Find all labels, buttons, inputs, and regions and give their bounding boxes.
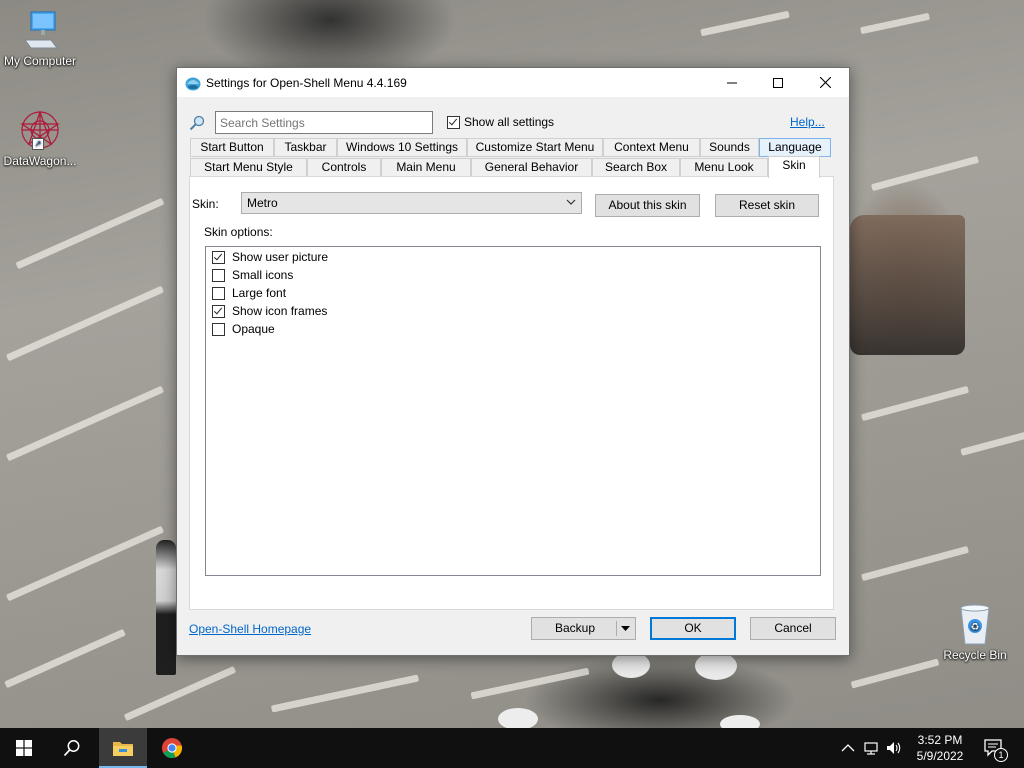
- tab-skin[interactable]: Skin: [768, 156, 820, 178]
- open-shell-shell-icon: [185, 77, 201, 91]
- backup-button[interactable]: Backup: [531, 617, 636, 640]
- minimize-icon: [727, 82, 737, 83]
- file-explorer-taskbar-button[interactable]: [99, 728, 147, 768]
- settings-dialog: Settings for Open-Shell Menu 4.4.169 Sho…: [176, 67, 850, 656]
- skin-label: Skin:: [192, 197, 219, 211]
- chevron-down-icon: [566, 199, 576, 205]
- large-font-checkbox[interactable]: [212, 286, 225, 300]
- chevron-up-icon[interactable]: [840, 740, 856, 756]
- show-all-settings-toggle[interactable]: Show all settings: [447, 115, 554, 129]
- volume-icon[interactable]: [886, 740, 902, 756]
- tab-start-button[interactable]: Start Button: [190, 138, 274, 157]
- taskbar: 3:52 PM 5/9/2022 1: [0, 728, 1024, 768]
- tab-main-menu[interactable]: Main Menu: [381, 158, 471, 177]
- windows-logo-icon: [16, 740, 32, 756]
- show-all-settings-label: Show all settings: [464, 115, 555, 129]
- desktop-icon-my-computer[interactable]: My Computer: [0, 10, 80, 68]
- wallpaper-tank-shape: [850, 215, 965, 355]
- close-icon: [819, 77, 831, 88]
- option-label: Small icons: [232, 268, 294, 282]
- tab-customize-start-menu[interactable]: Customize Start Menu: [467, 138, 603, 157]
- folder-icon: [113, 742, 133, 756]
- desktop-icon-label: My Computer: [3, 54, 77, 68]
- help-link[interactable]: Help...: [790, 115, 825, 129]
- small-icons-checkbox[interactable]: [212, 268, 225, 282]
- wallpaper-person-shape: [156, 540, 176, 675]
- maximize-icon: [773, 77, 783, 88]
- clock-time: 3:52 PM: [917, 733, 963, 747]
- show-user-picture-checkbox[interactable]: [212, 250, 225, 264]
- opaque-checkbox[interactable]: [212, 322, 225, 336]
- tab-menu-look[interactable]: Menu Look: [680, 158, 768, 177]
- option-label: Large font: [232, 286, 287, 300]
- about-this-skin-button[interactable]: About this skin: [595, 194, 700, 217]
- open-shell-homepage-link[interactable]: Open-Shell Homepage: [189, 622, 311, 636]
- tab-taskbar[interactable]: Taskbar: [274, 138, 337, 157]
- reset-skin-button[interactable]: Reset skin: [715, 194, 819, 217]
- start-button[interactable]: [0, 728, 48, 768]
- tab-sounds[interactable]: Sounds: [700, 138, 759, 157]
- skin-dropdown-value: Metro: [247, 196, 278, 210]
- title-bar[interactable]: Settings for Open-Shell Menu 4.4.169: [177, 68, 849, 97]
- list-item[interactable]: Show user picture: [212, 250, 328, 264]
- backup-button-label: Backup: [555, 621, 596, 635]
- option-label: Show icon frames: [232, 304, 328, 318]
- taskbar-search-button[interactable]: [48, 728, 96, 768]
- skin-options-list[interactable]: Show user picture Small icons Large font…: [205, 246, 821, 576]
- show-icon-frames-checkbox[interactable]: [212, 304, 225, 318]
- list-item[interactable]: Small icons: [212, 268, 293, 282]
- computer-icon: [21, 10, 59, 52]
- chrome-icon: [162, 738, 183, 759]
- desktop-icon-datawagon[interactable]: ↗ DataWagon...: [0, 108, 80, 168]
- tab-language[interactable]: Language: [759, 138, 831, 157]
- search-icon: [189, 115, 205, 131]
- minimize-button[interactable]: [709, 68, 755, 97]
- desktop-icon-label: DataWagon...: [3, 154, 77, 168]
- desktop-icon-recycle-bin[interactable]: ♻ Recycle Bin: [935, 602, 1015, 662]
- svg-text:♻: ♻: [971, 622, 980, 633]
- option-label: Opaque: [232, 322, 275, 336]
- cancel-button[interactable]: Cancel: [750, 617, 836, 640]
- search-input[interactable]: [215, 111, 433, 134]
- tab-start-menu-style[interactable]: Start Menu Style: [190, 158, 307, 177]
- window-title: Settings for Open-Shell Menu 4.4.169: [206, 76, 407, 90]
- taskbar-clock[interactable]: 3:52 PM 5/9/2022: [904, 732, 976, 764]
- tab-search-box[interactable]: Search Box: [592, 158, 680, 177]
- network-icon[interactable]: [863, 740, 879, 756]
- list-item[interactable]: Large font: [212, 286, 286, 300]
- split-separator: [616, 621, 617, 636]
- notification-count-badge: 1: [994, 748, 1008, 762]
- list-item[interactable]: Opaque: [212, 322, 275, 336]
- skin-dropdown[interactable]: Metro: [241, 192, 582, 214]
- option-label: Show user picture: [232, 250, 329, 264]
- search-icon: [63, 740, 80, 757]
- tab-controls[interactable]: Controls: [307, 158, 381, 177]
- action-center-button[interactable]: 1: [980, 728, 1024, 768]
- skin-options-label: Skin options:: [204, 225, 273, 239]
- clock-date: 5/9/2022: [916, 749, 964, 763]
- maximize-button[interactable]: [755, 68, 801, 97]
- tab-context-menu[interactable]: Context Menu: [603, 138, 700, 157]
- tab-windows-10-settings[interactable]: Windows 10 Settings: [337, 138, 467, 157]
- datawagon-icon: ↗: [18, 108, 62, 152]
- ok-button[interactable]: OK: [650, 617, 736, 640]
- shortcut-arrow-icon: ↗: [32, 138, 44, 150]
- show-all-settings-checkbox[interactable]: [447, 115, 460, 129]
- tab-general-behavior[interactable]: General Behavior: [471, 158, 592, 177]
- desktop-icon-label: Recycle Bin: [943, 648, 1007, 662]
- recycle-bin-icon: ♻: [955, 602, 995, 646]
- close-button[interactable]: [802, 68, 848, 97]
- dropdown-arrow-icon: [621, 626, 630, 631]
- list-item[interactable]: Show icon frames: [212, 304, 327, 318]
- chrome-taskbar-button[interactable]: [148, 728, 196, 768]
